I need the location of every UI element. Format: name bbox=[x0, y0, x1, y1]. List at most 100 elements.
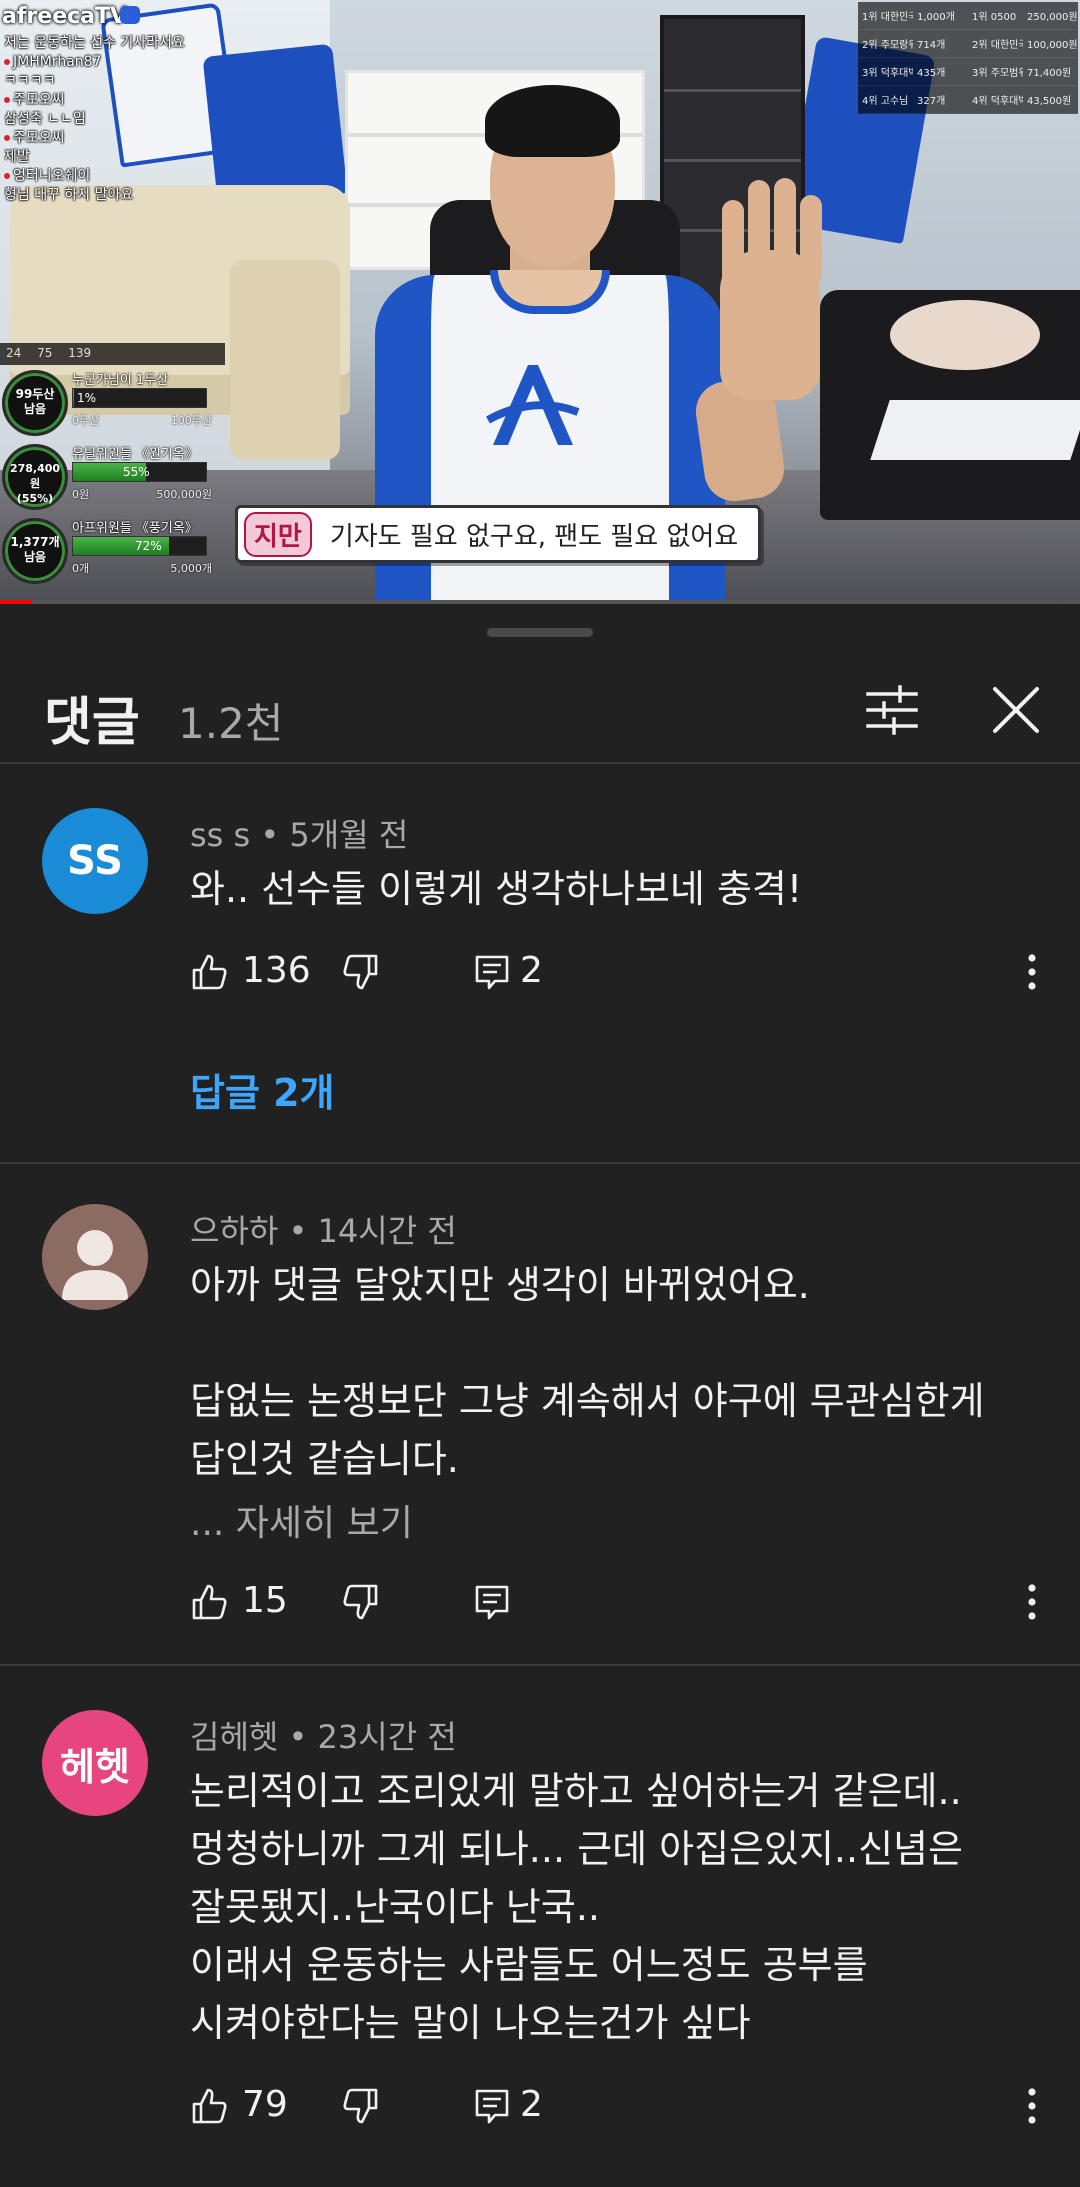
read-more-link[interactable]: ... 자세히 보기 bbox=[190, 1494, 413, 1546]
reply-icon[interactable] bbox=[472, 952, 512, 992]
more-options-icon[interactable] bbox=[1020, 2084, 1044, 2128]
comment-actions: 79 2 bbox=[190, 2082, 1050, 2132]
goal-title: 유틸위원들 《원기옥》 bbox=[72, 447, 198, 462]
author-name[interactable]: 김헤헷 bbox=[190, 1718, 278, 1756]
chat-line: 주모오씨 bbox=[4, 129, 214, 148]
donation-goal: 1,377개 남음 아프위원들 《풍기옥》 72% 0개 5,000개 bbox=[0, 516, 215, 588]
finger bbox=[800, 195, 822, 285]
goal-percent: 72% bbox=[135, 539, 162, 553]
more-options-icon[interactable] bbox=[1020, 950, 1044, 994]
broadcast-brand: afreecaTV bbox=[2, 4, 128, 29]
viewer-stats: 24 75 139 bbox=[0, 343, 225, 365]
comment-time: 14시간 전 bbox=[317, 1212, 457, 1250]
tv-icon bbox=[120, 6, 140, 24]
drag-handle[interactable] bbox=[487, 628, 593, 637]
like-count: 15 bbox=[242, 1580, 288, 1621]
author-name[interactable]: 으하하 bbox=[190, 1212, 278, 1250]
donation-goal: 99두산 남음 누군가님이 1두산 1% 0두산 100두산 bbox=[0, 368, 215, 440]
chat-line: 형님 대꾸 하지 말아요 bbox=[4, 187, 134, 203]
chat-line: 엉터니오쉐이 bbox=[4, 167, 214, 186]
goal-bar: 55% bbox=[72, 462, 207, 482]
comment-text: 논리적이고 조리있게 말하고 싶어하는거 같은데.. 멍청하니까 그게 되나..… bbox=[190, 1769, 963, 2045]
sliders-icon[interactable] bbox=[862, 680, 922, 740]
rank-row: 4위 고수님 327개 4위 덕후대박 43,500원 bbox=[858, 86, 1078, 114]
comments-title: 댓글 bbox=[44, 693, 140, 753]
goal-range: 0개 5,000개 bbox=[72, 562, 212, 575]
goal-remaining: 1,377개 남음 bbox=[2, 518, 68, 584]
rank-row: 1위 대한민국 1,000개 1위 0500 250,000원 bbox=[858, 2, 1078, 30]
dislike-icon[interactable] bbox=[340, 1582, 380, 1622]
avatar[interactable] bbox=[42, 1204, 148, 1310]
rank-row: 2위 주모랑위 714개 2위 대한민국 100,000원 bbox=[858, 30, 1078, 58]
goal-fill bbox=[73, 389, 75, 407]
comment-item: 으하하 • 14시간 전 아까 댓글 달았지만 생각이 바뀌었어요. 답없는 논… bbox=[0, 1204, 1080, 1666]
comment-meta: ss s • 5개월 전 bbox=[190, 816, 409, 854]
view-replies-button[interactable]: 답글 2개 bbox=[190, 1062, 335, 1117]
subtitle-speaker: 지만 bbox=[244, 511, 312, 557]
ranking-board: 1위 대한민국 1,000개 1위 0500 250,000원 2위 주모랑위 714개… bbox=[858, 2, 1078, 114]
goal-bar: 72% bbox=[72, 536, 207, 556]
stat-value: 139 bbox=[68, 346, 92, 360]
comment-meta: 김헤헷 • 23시간 전 bbox=[190, 1718, 457, 1756]
dislike-icon[interactable] bbox=[340, 952, 380, 992]
comment-meta: 으하하 • 14시간 전 bbox=[190, 1212, 457, 1250]
like-count: 79 bbox=[242, 2084, 288, 2125]
goal-remaining: 278,400원 (55%) bbox=[2, 444, 68, 510]
team-logo-icon bbox=[486, 365, 580, 445]
jersey-decor bbox=[202, 43, 348, 207]
comment-time: 5개월 전 bbox=[289, 816, 409, 854]
chat-line: 삼성축 ㄴㄴ임 bbox=[4, 111, 86, 127]
like-count: 136 bbox=[242, 950, 311, 991]
goal-percent: 55% bbox=[123, 465, 150, 479]
stat-value: 24 bbox=[6, 346, 22, 360]
chat-line: ㅋㅋㅋㅋ bbox=[4, 73, 56, 89]
reply-icon[interactable] bbox=[472, 2086, 512, 2126]
avatar[interactable]: 헤헷 bbox=[42, 1710, 148, 1816]
chat-line: 제발 bbox=[4, 149, 30, 165]
video-player[interactable]: afreecaTV 저는 운동하는 선수 기사라서요 JMHMrhan87 ㅋㅋ… bbox=[0, 0, 1080, 604]
comment-actions: 15 bbox=[190, 1578, 1050, 1628]
finger bbox=[748, 180, 770, 280]
dislike-icon[interactable] bbox=[340, 2086, 380, 2126]
plush-toy bbox=[890, 300, 1040, 370]
goal-range: 0두산 100두산 bbox=[72, 414, 212, 427]
sofa-arm bbox=[230, 260, 340, 460]
stat-value: 75 bbox=[37, 346, 53, 360]
like-icon[interactable] bbox=[190, 1582, 230, 1622]
donation-goal: 278,400원 (55%) 유틸위원들 《원기옥》 55% 0원 500,000… bbox=[0, 442, 215, 514]
comments-sheet: 댓글 1.2천 SS ss s • 5개월 전 와.. 선수들 이렇게 생각하나… bbox=[0, 604, 1080, 2187]
more-options-icon[interactable] bbox=[1020, 1580, 1044, 1624]
goal-remaining: 99두산 남음 bbox=[2, 370, 68, 436]
finger bbox=[722, 200, 744, 290]
subtitle-text: 기자도 필요 없구요, 팬도 필요 없어요 bbox=[329, 521, 739, 552]
chat-line: JMHMrhan87 bbox=[4, 53, 214, 72]
goal-percent: 1% bbox=[77, 391, 97, 405]
comment-actions: 136 2 bbox=[190, 948, 1050, 998]
reply-icon[interactable] bbox=[472, 1582, 512, 1622]
video-subtitle: 지만 기자도 필요 없구요, 팬도 필요 없어요 bbox=[235, 505, 762, 563]
goal-range: 0원 500,000원 bbox=[72, 488, 212, 501]
avatar[interactable]: SS bbox=[42, 808, 148, 914]
goal-title: 누군가님이 1두산 bbox=[72, 373, 169, 388]
comment-time: 23시간 전 bbox=[317, 1718, 457, 1756]
person-hair bbox=[485, 85, 620, 157]
comment-item: 헤헷 김헤헷 • 23시간 전 논리적이고 조리있게 말하고 싶어하는거 같은데… bbox=[0, 1710, 1080, 2180]
comment-text: 와.. 선수들 이렇게 생각하나보네 충격! bbox=[190, 867, 803, 911]
chat-line: 저는 운동하는 선수 기사라서요 bbox=[4, 35, 185, 51]
reply-count: 2 bbox=[520, 950, 543, 991]
live-chat: 저는 운동하는 선수 기사라서요 JMHMrhan87 ㅋㅋㅋㅋ 주모오씨 삼성… bbox=[4, 34, 214, 205]
goal-title: 아프위원들 《풍기옥》 bbox=[72, 521, 198, 536]
like-icon[interactable] bbox=[190, 952, 230, 992]
default-avatar-icon bbox=[62, 1230, 128, 1300]
comments-header: 댓글 1.2천 bbox=[0, 660, 1080, 764]
like-icon[interactable] bbox=[190, 2086, 230, 2126]
finger bbox=[774, 178, 796, 278]
close-icon[interactable] bbox=[986, 680, 1046, 740]
table bbox=[870, 400, 1080, 460]
author-name[interactable]: ss s bbox=[190, 816, 250, 854]
comments-count: 1.2천 bbox=[178, 699, 284, 748]
comment-text: 아까 댓글 달았지만 생각이 바뀌었어요. 답없는 논쟁보단 그냥 계속해서 야… bbox=[190, 1263, 985, 1481]
rank-row: 3위 덕후대박 435개 3위 주모범위 71,400원 bbox=[858, 58, 1078, 86]
chat-line: 주모오씨 bbox=[4, 91, 214, 110]
goal-bar: 1% bbox=[72, 388, 207, 408]
